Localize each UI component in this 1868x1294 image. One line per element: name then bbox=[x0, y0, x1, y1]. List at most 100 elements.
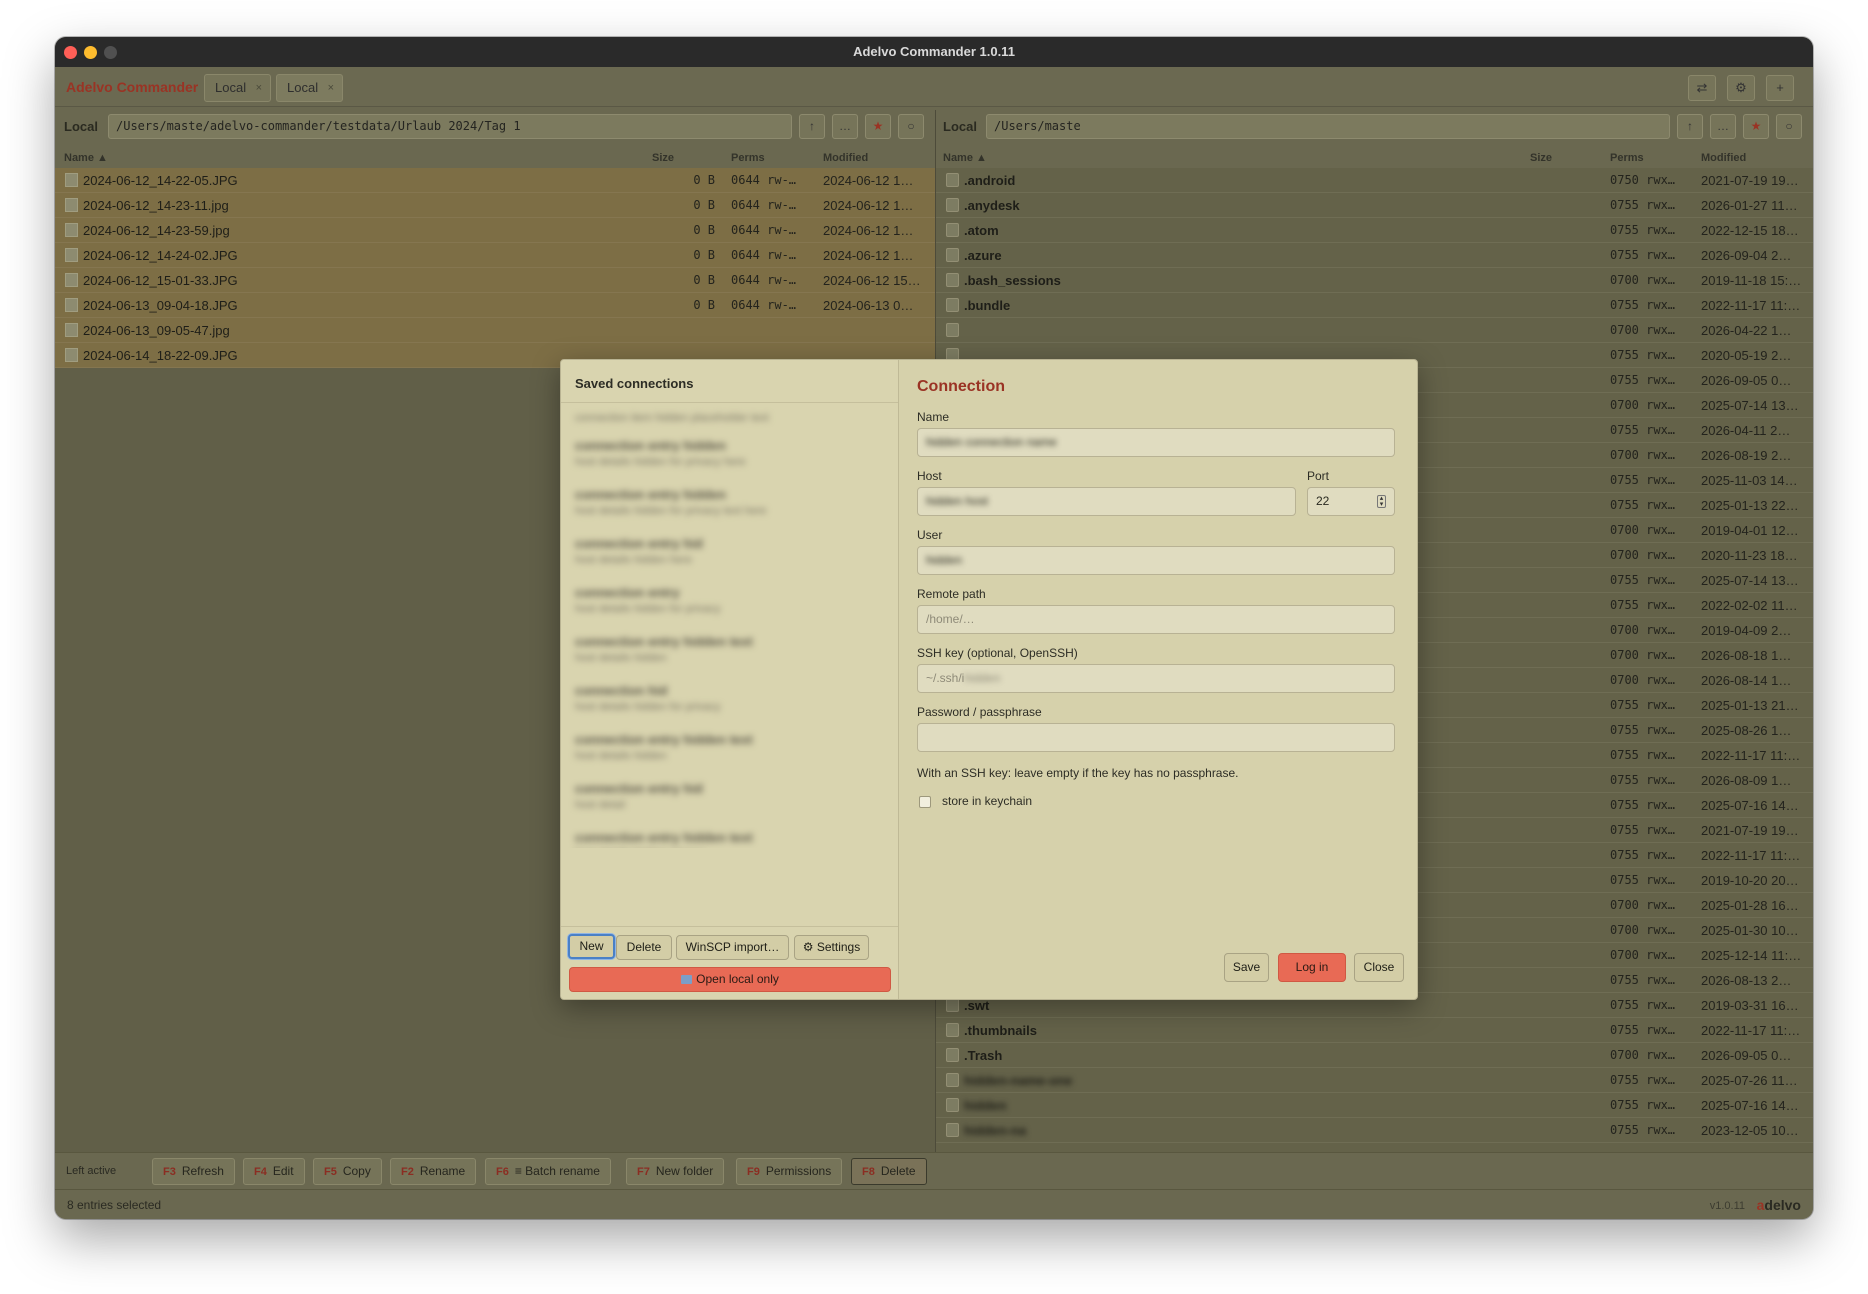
col-perms[interactable]: Perms bbox=[1610, 152, 1644, 164]
connection-item[interactable]: connection entry hid host detail bbox=[575, 781, 885, 811]
rename-button[interactable]: F2 Rename bbox=[390, 1158, 477, 1185]
folder-row[interactable]: .bash_sessions 0700 rwx… 2019-11-18 15:… bbox=[936, 268, 1813, 293]
delete-connection-button[interactable]: Delete bbox=[616, 935, 672, 960]
col-modified[interactable]: Modified bbox=[823, 152, 868, 164]
right-refresh-button[interactable]: ○ bbox=[1776, 114, 1802, 139]
connection-item[interactable]: connection entry hidden texthost details… bbox=[575, 732, 885, 762]
connection-item[interactable]: connection hid host details hidden for pr… bbox=[575, 683, 885, 713]
connection-item[interactable]: connection entry hidden texthost details… bbox=[575, 634, 885, 664]
folder-perms: 0755 rwx… bbox=[1610, 973, 1676, 987]
file-row[interactable]: 2024-06-13_09-05-47.jpg bbox=[55, 318, 935, 343]
user-field[interactable]: hidden bbox=[917, 546, 1395, 575]
file-row[interactable]: 2024-06-12_15-01-33.JPG 0 B 0644 rw-… 2024-… bbox=[55, 268, 935, 293]
zoom-window-button[interactable] bbox=[104, 46, 117, 59]
keychain-checkbox[interactable] bbox=[919, 796, 931, 808]
port-stepper-icon[interactable]: ▴ ▾ bbox=[1377, 495, 1386, 508]
new-connection-button[interactable]: New bbox=[568, 934, 615, 959]
tab-local-1[interactable]: Local × bbox=[204, 74, 272, 102]
left-path-input[interactable]: /Users/maste/adelvo-commander/testdata/U… bbox=[108, 114, 792, 139]
ssh-key-field[interactable]: ~/.ssh/ihidden bbox=[917, 664, 1395, 693]
close-dialog-button[interactable]: Close bbox=[1354, 953, 1404, 982]
close-tab-icon[interactable]: × bbox=[256, 75, 262, 101]
minimize-window-button[interactable] bbox=[84, 46, 97, 59]
col-name[interactable]: Name ▲ bbox=[64, 152, 108, 164]
tab-local-2[interactable]: Local × bbox=[276, 74, 344, 102]
folder-row[interactable]: .azure 0755 rwx… 2026-09-04 2… bbox=[936, 243, 1813, 268]
port-field[interactable]: 22 ▴ ▾ bbox=[1307, 487, 1395, 516]
folder-row[interactable]: hidden-name-one 0755 rwx… 2025-07-26 11… bbox=[936, 1068, 1813, 1093]
open-local-only-button[interactable]: Open local only bbox=[569, 967, 891, 992]
close-tab-icon[interactable]: × bbox=[328, 75, 334, 101]
file-icon bbox=[65, 248, 78, 262]
host-field[interactable]: hidden host bbox=[917, 487, 1296, 516]
permissions-button[interactable]: F9 Permissions bbox=[736, 1158, 843, 1185]
folder-row[interactable]: 0700 rwx… 2026-04-22 1… bbox=[936, 318, 1813, 343]
folder-modified: 2020-11-23 18… bbox=[1701, 548, 1798, 563]
folder-row[interactable]: .thumbnails 0755 rwx… 2022-11-17 11:… bbox=[936, 1018, 1813, 1043]
left-refresh-button[interactable]: ○ bbox=[898, 114, 924, 139]
folder-perms: 0755 rwx… bbox=[1610, 698, 1676, 712]
folder-modified: 2025-08-26 1… bbox=[1701, 723, 1792, 738]
swap-panes-button[interactable]: ⇄ bbox=[1688, 75, 1716, 101]
add-tab-button[interactable]: + bbox=[1766, 75, 1794, 101]
name-field[interactable]: hidden connection name bbox=[917, 428, 1395, 457]
folder-modified: 2025-07-14 13… bbox=[1701, 398, 1799, 413]
keychain-label[interactable]: store in keychain bbox=[942, 794, 1032, 808]
folder-perms: 0755 rwx… bbox=[1610, 223, 1676, 237]
file-size: 0 B bbox=[693, 223, 715, 237]
remote-path-field[interactable]: /home/… bbox=[917, 605, 1395, 634]
folder-row[interactable]: hidden 0755 rwx… 2025-07-16 14… bbox=[936, 1093, 1813, 1118]
right-favorite-button[interactable]: ★ bbox=[1743, 114, 1769, 139]
connection-item[interactable]: connection entry hid host details hidden … bbox=[575, 536, 885, 566]
new-folder-button[interactable]: F7 New folder bbox=[626, 1158, 725, 1185]
right-more-button[interactable]: … bbox=[1710, 114, 1736, 139]
right-path-input[interactable]: /Users/maste bbox=[986, 114, 1670, 139]
col-size[interactable]: Size bbox=[1530, 152, 1552, 164]
folder-perms: 0755 rwx… bbox=[1610, 348, 1676, 362]
col-perms[interactable]: Perms bbox=[731, 152, 765, 164]
col-size[interactable]: Size bbox=[652, 152, 674, 164]
folder-modified: 2026-08-09 1… bbox=[1701, 773, 1792, 788]
folder-row[interactable]: .atom 0755 rwx… 2022-12-15 18… bbox=[936, 218, 1813, 243]
winscp-import-button[interactable]: WinSCP import… bbox=[676, 935, 789, 960]
left-up-button[interactable]: ↑ bbox=[799, 114, 825, 139]
refresh-button[interactable]: F3 Refresh bbox=[152, 1158, 235, 1185]
edit-button[interactable]: F4 Edit bbox=[243, 1158, 305, 1185]
right-up-button[interactable]: ↑ bbox=[1677, 114, 1703, 139]
file-row[interactable]: 2024-06-12_14-22-05.JPG 0 B 0644 rw-… 2024-… bbox=[55, 168, 935, 193]
connection-item[interactable]: connection entry hidden texthost details… bbox=[575, 830, 885, 848]
connection-item[interactable]: connection item hidden placeholder text bbox=[575, 409, 885, 424]
file-row[interactable]: 2024-06-12_14-23-11.jpg 0 B 0644 rw-… 2024-… bbox=[55, 193, 935, 218]
copy-button[interactable]: F5 Copy bbox=[313, 1158, 382, 1185]
batch-rename-button[interactable]: F6 ≡ Batch rename bbox=[485, 1158, 611, 1185]
file-row[interactable]: 2024-06-13_09-04-18.JPG 0 B 0644 rw-… 2024-… bbox=[55, 293, 935, 318]
brand-logo: adelvo bbox=[1756, 1197, 1801, 1213]
delete-button[interactable]: F8 Delete bbox=[851, 1158, 927, 1185]
gear-icon: ⚙ bbox=[1735, 80, 1747, 95]
saved-connections-list[interactable]: connection item hidden placeholder text … bbox=[561, 403, 898, 848]
folder-row[interactable]: .Trash 0700 rwx… 2026-09-05 0… bbox=[936, 1043, 1813, 1068]
folder-row[interactable]: .anydesk 0755 rwx… 2026-01-27 11… bbox=[936, 193, 1813, 218]
folder-perms: 0700 rwx… bbox=[1610, 323, 1676, 337]
password-field[interactable] bbox=[917, 723, 1395, 752]
folder-perms: 0700 rwx… bbox=[1610, 523, 1676, 537]
close-window-button[interactable] bbox=[64, 46, 77, 59]
file-row[interactable]: 2024-06-12_14-23-59.jpg 0 B 0644 rw-… 2024-… bbox=[55, 218, 935, 243]
dialog-settings-button[interactable]: ⚙ Settings bbox=[794, 935, 869, 960]
left-favorite-button[interactable]: ★ bbox=[865, 114, 891, 139]
settings-button[interactable]: ⚙ bbox=[1727, 75, 1755, 101]
left-more-button[interactable]: … bbox=[832, 114, 858, 139]
connection-item[interactable]: connection entry host details hidden for … bbox=[575, 585, 885, 615]
folder-row[interactable]: .android 0750 rwx… 2021-07-19 19… bbox=[936, 168, 1813, 193]
connection-dialog: Saved connections connection item hidden… bbox=[560, 359, 1418, 1000]
login-button[interactable]: Log in bbox=[1278, 953, 1346, 982]
folder-icon bbox=[946, 198, 959, 212]
connection-item[interactable]: connection entry hidden host details hidd… bbox=[575, 438, 885, 468]
folder-row[interactable]: hidden-na 0755 rwx… 2023-12-05 10… bbox=[936, 1118, 1813, 1143]
col-modified[interactable]: Modified bbox=[1701, 152, 1746, 164]
file-row[interactable]: 2024-06-12_14-24-02.JPG 0 B 0644 rw-… 2024-… bbox=[55, 243, 935, 268]
folder-row[interactable]: .bundle 0755 rwx… 2022-11-17 11:… bbox=[936, 293, 1813, 318]
connection-item[interactable]: connection entry hidden host details hidd… bbox=[575, 487, 885, 517]
col-name[interactable]: Name ▲ bbox=[943, 152, 987, 164]
save-button[interactable]: Save bbox=[1224, 953, 1269, 982]
